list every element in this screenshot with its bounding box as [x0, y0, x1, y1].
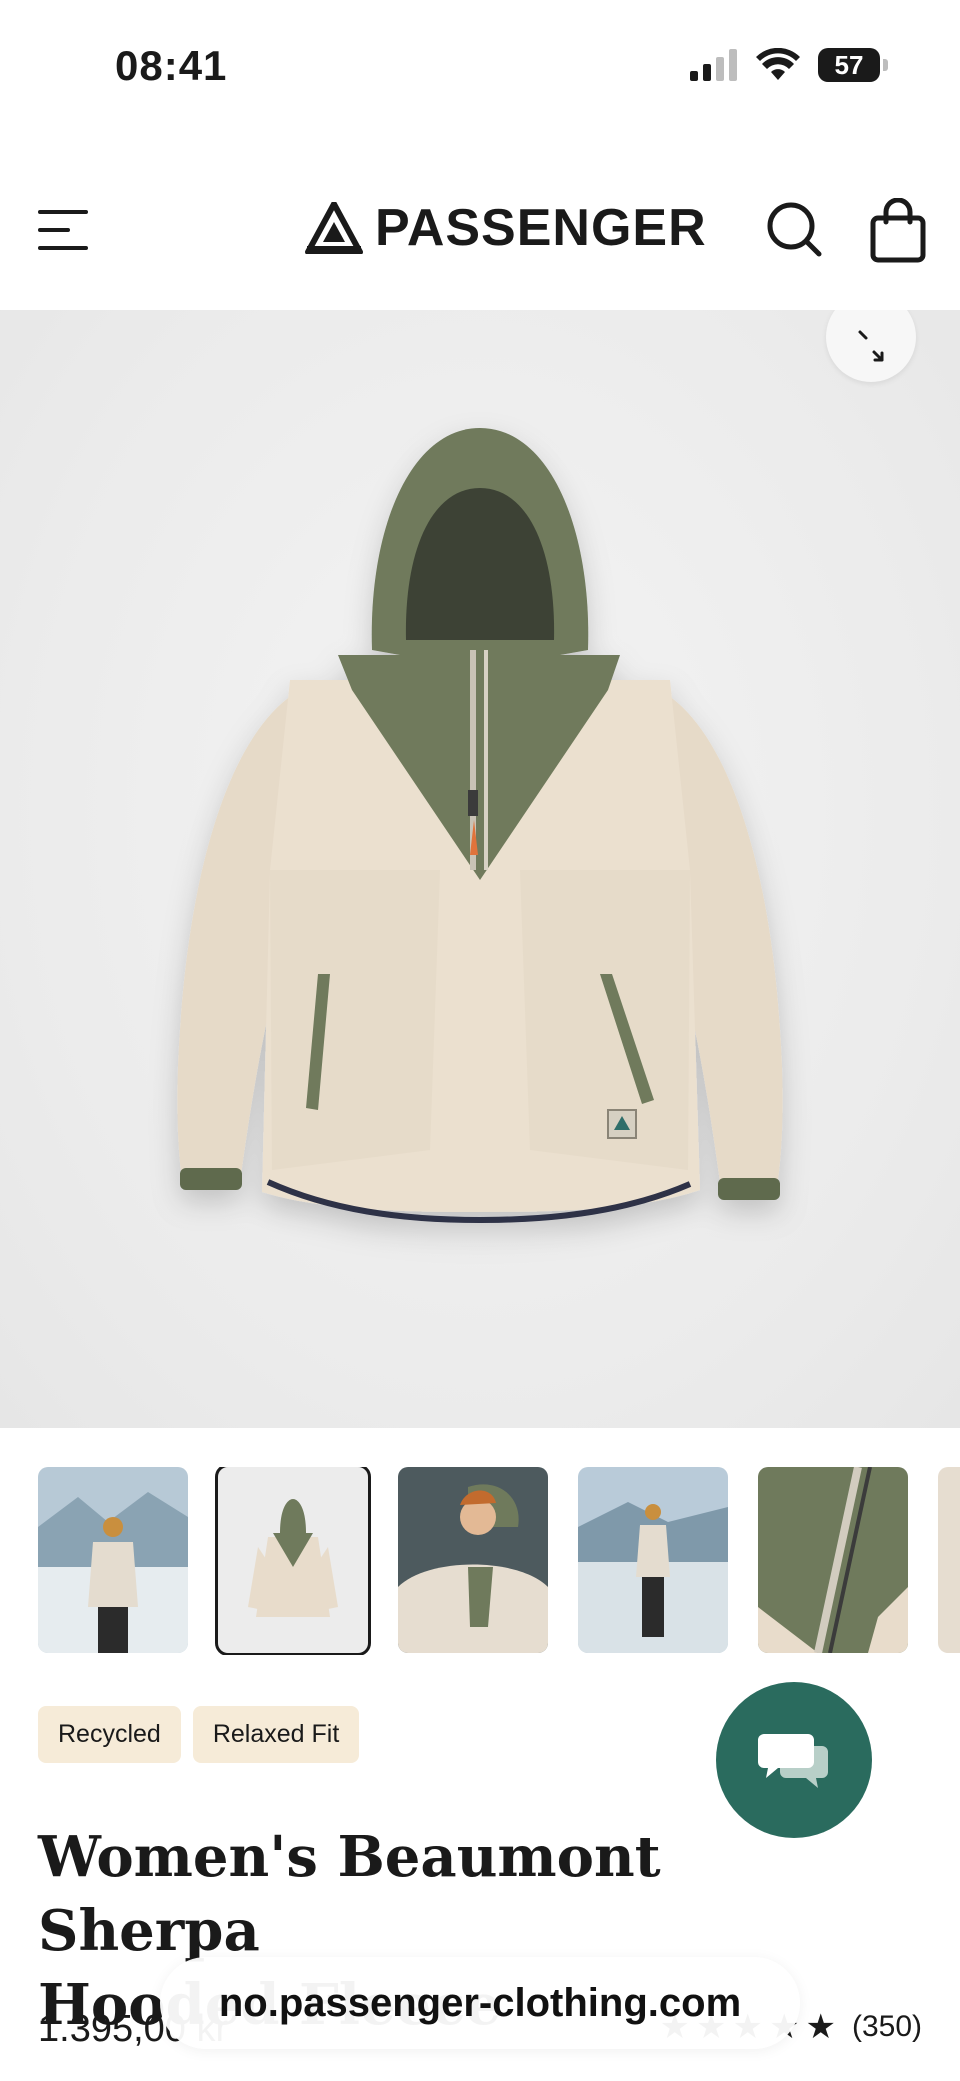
- wifi-icon: [756, 48, 800, 80]
- thumbnail-image: [398, 1467, 548, 1653]
- thumbnail-lifestyle-3[interactable]: [578, 1467, 728, 1653]
- cellular-signal-icon: [690, 49, 737, 81]
- image-thumbnails: [38, 1467, 960, 1655]
- menu-icon: [38, 210, 88, 214]
- review-count[interactable]: (350): [852, 2010, 922, 2044]
- product-tags: Recycled Relaxed Fit: [38, 1706, 360, 1763]
- battery-level: 57: [834, 49, 864, 80]
- thumbnail-image: [218, 1467, 368, 1653]
- thumbnail-image: [938, 1467, 960, 1653]
- menu-icon-bar: [38, 246, 88, 250]
- shopping-bag-icon: [870, 197, 926, 263]
- product-title-line-1: Women's Beaumont Sherpa: [38, 1824, 661, 1964]
- expand-image-button[interactable]: [826, 310, 916, 382]
- status-icons: 57: [690, 48, 888, 82]
- thumbnail-partial[interactable]: [938, 1467, 960, 1653]
- thumbnail-image: [38, 1467, 188, 1653]
- thumbnail-detail-zip[interactable]: [758, 1467, 908, 1653]
- star-icon: ★: [805, 2008, 836, 2046]
- thumbnail-image: [758, 1467, 908, 1653]
- thumbnail-product-selected[interactable]: [215, 1467, 371, 1655]
- chat-icon: [758, 1734, 828, 1788]
- site-header: PASSENGER: [0, 170, 960, 310]
- browser-address-bar[interactable]: no.passenger-clothing.com: [160, 1957, 800, 2049]
- thumbnail-lifestyle-1[interactable]: [38, 1467, 188, 1653]
- tag-relaxed-fit: Relaxed Fit: [192, 1706, 360, 1763]
- url-text: no.passenger-clothing.com: [218, 1980, 742, 2025]
- thumbnail-image: [578, 1467, 728, 1653]
- fleece-jacket-illustration: [177, 428, 783, 1224]
- product-image[interactable]: [0, 310, 960, 1428]
- brand-name: PASSENGER: [375, 199, 707, 257]
- search-icon: [767, 202, 822, 257]
- clock: 08:41: [115, 42, 228, 89]
- menu-button[interactable]: [38, 210, 90, 250]
- menu-icon-bar: [38, 228, 70, 232]
- expand-icon: [858, 330, 884, 362]
- tag-recycled: Recycled: [38, 1706, 181, 1763]
- battery-icon: 57: [818, 48, 888, 82]
- logo-mountain-icon: [305, 202, 363, 254]
- status-bar: 08:41 57: [0, 0, 960, 140]
- brand-logo[interactable]: PASSENGER: [305, 198, 707, 258]
- cart-button[interactable]: [868, 197, 928, 264]
- search-button[interactable]: [765, 200, 825, 260]
- chat-button[interactable]: [716, 1682, 872, 1838]
- thumbnail-lifestyle-2[interactable]: [398, 1467, 548, 1653]
